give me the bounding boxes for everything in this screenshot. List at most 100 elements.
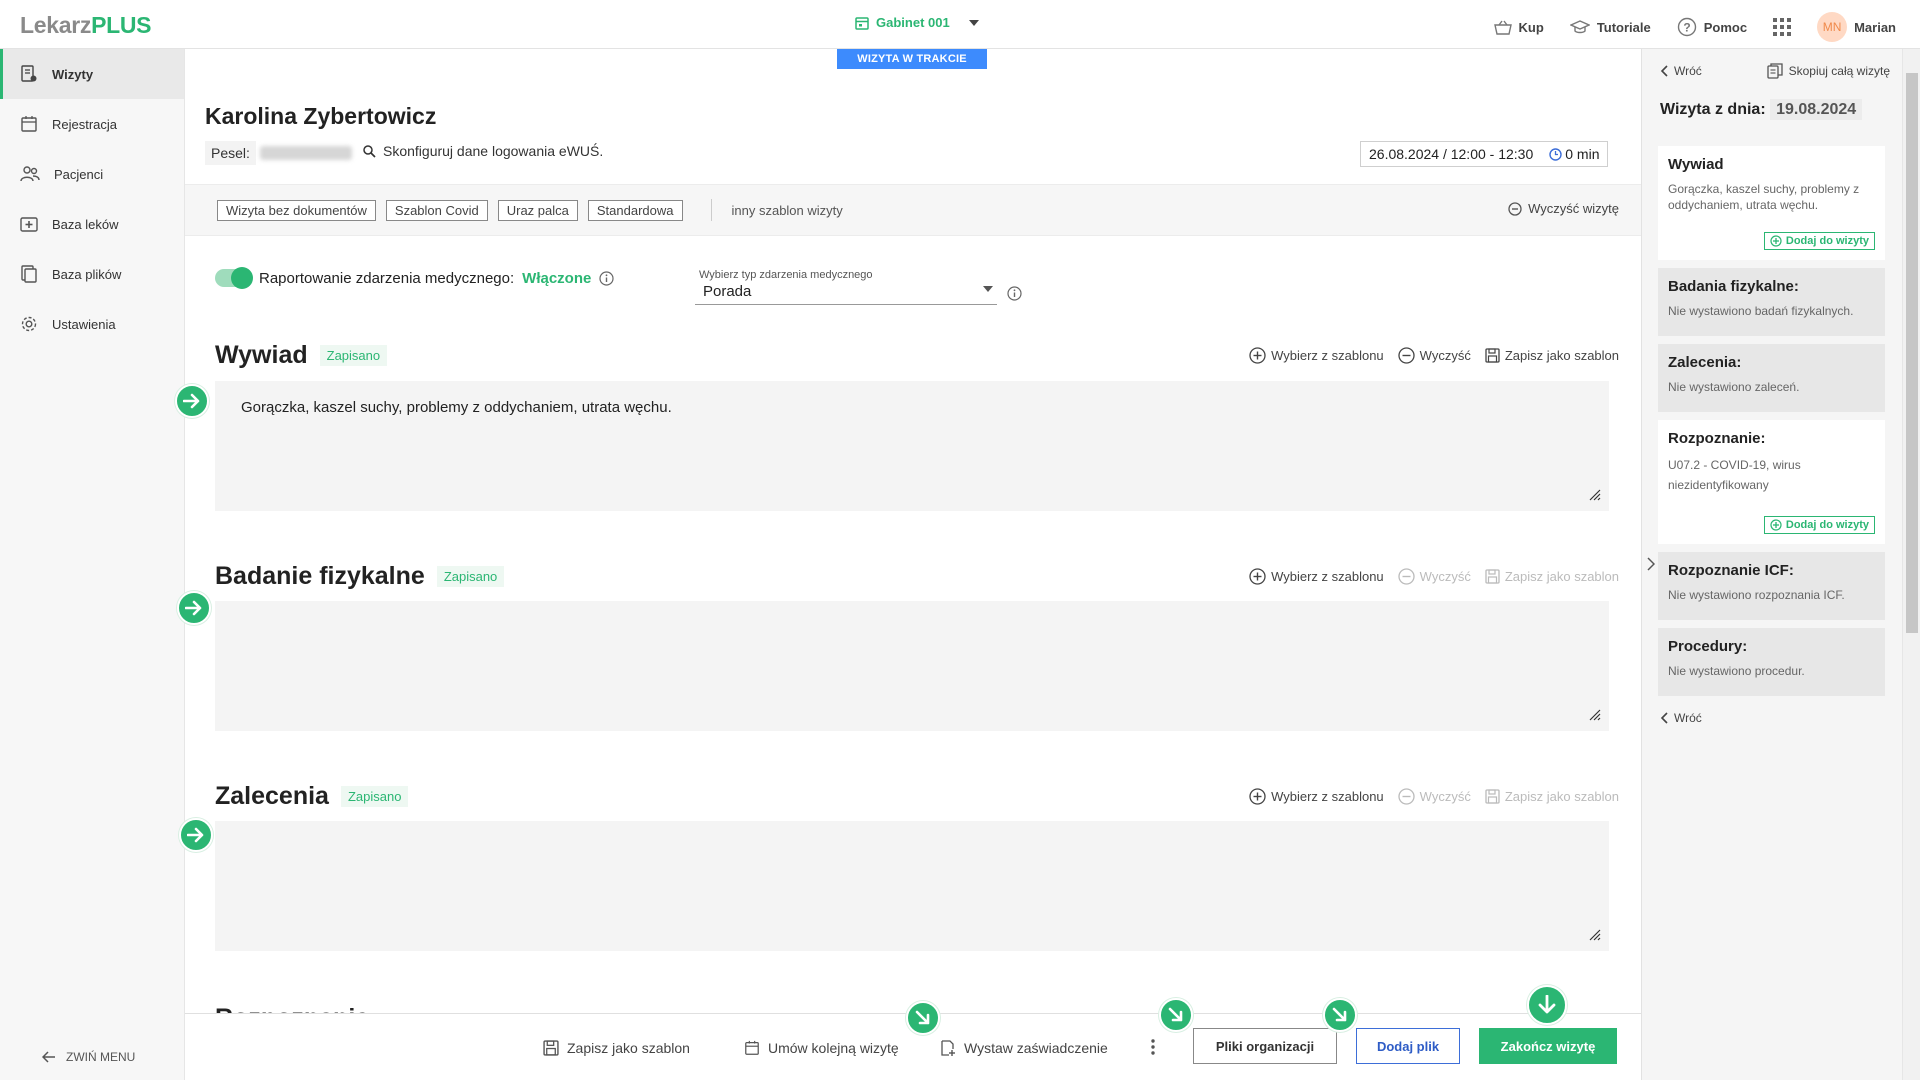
- calendar-icon: [745, 1040, 759, 1055]
- chevron-right-icon[interactable]: [1647, 557, 1655, 571]
- top-nav: Kup Tutoriale ? Pomoc MN Marian: [1493, 12, 1896, 42]
- section-title-text: Zalecenia: [215, 782, 329, 810]
- more-vertical-icon[interactable]: [1151, 1039, 1155, 1055]
- user-name: Marian: [1854, 19, 1896, 35]
- help-icon: ?: [1677, 17, 1696, 37]
- apps-grid-icon[interactable]: [1773, 18, 1792, 36]
- visit-datetime[interactable]: 26.08.2024 / 12:00 - 12:30 0 min: [1360, 141, 1608, 167]
- medkit-icon: [20, 217, 38, 232]
- save-as-template-link[interactable]: Zapisz jako szablon: [543, 1014, 690, 1080]
- calendar-icon: [21, 116, 37, 132]
- pesel-value-redacted: [259, 146, 352, 160]
- section-actions: Wybierz z szablonu Wyczyść Zapisz jako s…: [1249, 568, 1619, 585]
- gear-icon: [21, 316, 37, 332]
- previous-visit-panel: Wróć Skopiuj całą wizytę Wizyta z dnia: …: [1641, 49, 1902, 1080]
- clear-section-button[interactable]: Wyczyść: [1398, 347, 1471, 364]
- cabinet-selector[interactable]: Gabinet 001: [855, 15, 979, 30]
- tutorial-arrow-diagonal-icon: [906, 1001, 940, 1035]
- choose-template-button[interactable]: Wybierz z szablonu: [1249, 568, 1384, 585]
- save-as-template-button[interactable]: Zapisz jako szablon: [1485, 789, 1619, 804]
- copy-visit-button[interactable]: Skopiuj całą wizytę: [1766, 63, 1890, 79]
- sidebar-item-label: Wizyty: [52, 66, 94, 82]
- save-as-template-button[interactable]: Zapisz jako szablon: [1485, 569, 1619, 584]
- sidebar-item-drugs[interactable]: Baza leków: [0, 199, 184, 249]
- clear-visit-button[interactable]: Wyczyść wizytę: [1508, 201, 1619, 216]
- plus-circle-icon: [1770, 519, 1782, 531]
- scrollbar-thumb[interactable]: [1906, 73, 1918, 633]
- sidebar-item-label: Pacjenci: [54, 166, 104, 182]
- other-template-link[interactable]: inny szablon wizyty: [732, 203, 843, 218]
- clock-icon: [1549, 147, 1562, 161]
- collapse-label: ZWIŃ MENU: [66, 1050, 136, 1064]
- resize-grip-icon[interactable]: [1587, 927, 1601, 941]
- back-link[interactable]: Wróć: [1660, 63, 1702, 79]
- buy-link[interactable]: Kup: [1493, 20, 1544, 35]
- top-bar: LekarzPLUS Gabinet 001 Kup Tutoriale ? P…: [0, 0, 1920, 49]
- tutorial-arrow-right-icon: [177, 591, 211, 625]
- template-chip[interactable]: Szablon Covid: [385, 199, 488, 221]
- sidebar-item-label: Ustawienia: [52, 316, 116, 332]
- clear-section-button[interactable]: Wyczyść: [1398, 788, 1471, 805]
- physical-exam-textarea[interactable]: [215, 601, 1609, 731]
- app-logo[interactable]: LekarzPLUS: [20, 12, 152, 39]
- schedule-next-visit-link[interactable]: Umów kolejną wizytę: [744, 1014, 899, 1080]
- event-type-select[interactable]: Wybierz typ zdarzenia medycznego Porada: [695, 269, 997, 305]
- svg-text:?: ?: [1683, 21, 1690, 35]
- recommendations-textarea[interactable]: [215, 821, 1609, 951]
- ewus-config-link[interactable]: Skonfiguruj dane logowania eWUŚ.: [363, 143, 603, 159]
- resize-grip-icon[interactable]: [1587, 487, 1601, 501]
- patients-icon: [20, 166, 40, 182]
- panel-header: Wróć Skopiuj całą wizytę: [1660, 63, 1890, 79]
- visits-icon: [21, 65, 37, 82]
- visit-date-range: 26.08.2024 / 12:00 - 12:30: [1369, 146, 1534, 162]
- template-chip[interactable]: Wizyta bez dokumentów: [217, 199, 376, 221]
- minus-circle-icon: [1398, 347, 1415, 364]
- document-plus-icon: [941, 1039, 955, 1056]
- plus-circle-icon: [1249, 568, 1266, 585]
- search-icon: [363, 144, 376, 158]
- user-menu[interactable]: MN Marian: [1817, 12, 1896, 42]
- reporting-state: Włączone: [522, 269, 592, 287]
- collapse-menu-button[interactable]: ZWIŃ MENU: [42, 1050, 135, 1064]
- sidebar-item-settings[interactable]: Ustawienia: [0, 299, 184, 349]
- back-link-bottom[interactable]: Wróć: [1660, 711, 1702, 725]
- sidebar-item-registration[interactable]: Rejestracja: [0, 99, 184, 149]
- floppy-icon: [1485, 789, 1500, 804]
- reporting-toggle[interactable]: [215, 267, 253, 289]
- pesel-field: Pesel:: [205, 141, 352, 165]
- event-type-value: Porada: [703, 283, 752, 300]
- help-label: Pomoc: [1703, 19, 1748, 35]
- sidebar-item-files[interactable]: Baza plików: [0, 249, 184, 299]
- divider: [710, 199, 712, 221]
- template-bar: Wizyta bez dokumentów Szablon Covid Uraz…: [185, 184, 1641, 236]
- choose-template-button[interactable]: Wybierz z szablonu: [1249, 347, 1384, 364]
- info-icon[interactable]: [1007, 286, 1022, 301]
- wywiad-textarea[interactable]: Gorączka, kaszel suchy, problemy z oddyc…: [215, 381, 1609, 511]
- add-to-visit-button[interactable]: Dodaj do wizyty: [1763, 516, 1875, 534]
- page-scrollbar[interactable]: [1902, 49, 1920, 1080]
- add-to-visit-button[interactable]: Dodaj do wizyty: [1763, 232, 1875, 250]
- basket-icon: [1493, 20, 1512, 35]
- template-chip[interactable]: Standardowa: [587, 199, 683, 221]
- sidebar-item-patients[interactable]: Pacjenci: [0, 149, 184, 199]
- saved-badge: Zapisano: [436, 566, 505, 587]
- floppy-icon: [1485, 569, 1500, 584]
- save-as-template-button[interactable]: Zapisz jako szablon: [1485, 348, 1619, 363]
- history-card: Wywiad Gorączka, kaszel suchy, problemy …: [1658, 146, 1885, 260]
- section-title-text: Badanie fizykalne: [215, 562, 425, 590]
- issue-certificate-link[interactable]: Wystaw zaświadczenie: [940, 1014, 1108, 1080]
- plus-circle-icon: [1249, 347, 1266, 364]
- sidebar-item-visits[interactable]: Wizyty: [0, 49, 184, 99]
- resize-grip-icon[interactable]: [1587, 707, 1601, 721]
- choose-template-button[interactable]: Wybierz z szablonu: [1249, 788, 1384, 805]
- finish-visit-button[interactable]: Zakończ wizytę: [1479, 1028, 1617, 1064]
- ewus-label: Skonfiguruj dane logowania eWUŚ.: [383, 143, 604, 159]
- add-file-button[interactable]: Dodaj plik: [1356, 1028, 1460, 1064]
- info-icon[interactable]: [599, 270, 614, 286]
- clear-section-button[interactable]: Wyczyść: [1398, 568, 1471, 585]
- patient-name: Karolina Zybertowicz: [205, 103, 437, 129]
- help-link[interactable]: ? Pomoc: [1677, 17, 1747, 37]
- tutorials-link[interactable]: Tutoriale: [1569, 20, 1651, 35]
- template-chip[interactable]: Uraz palca: [497, 199, 578, 221]
- organization-files-button[interactable]: Pliki organizacji: [1193, 1028, 1337, 1064]
